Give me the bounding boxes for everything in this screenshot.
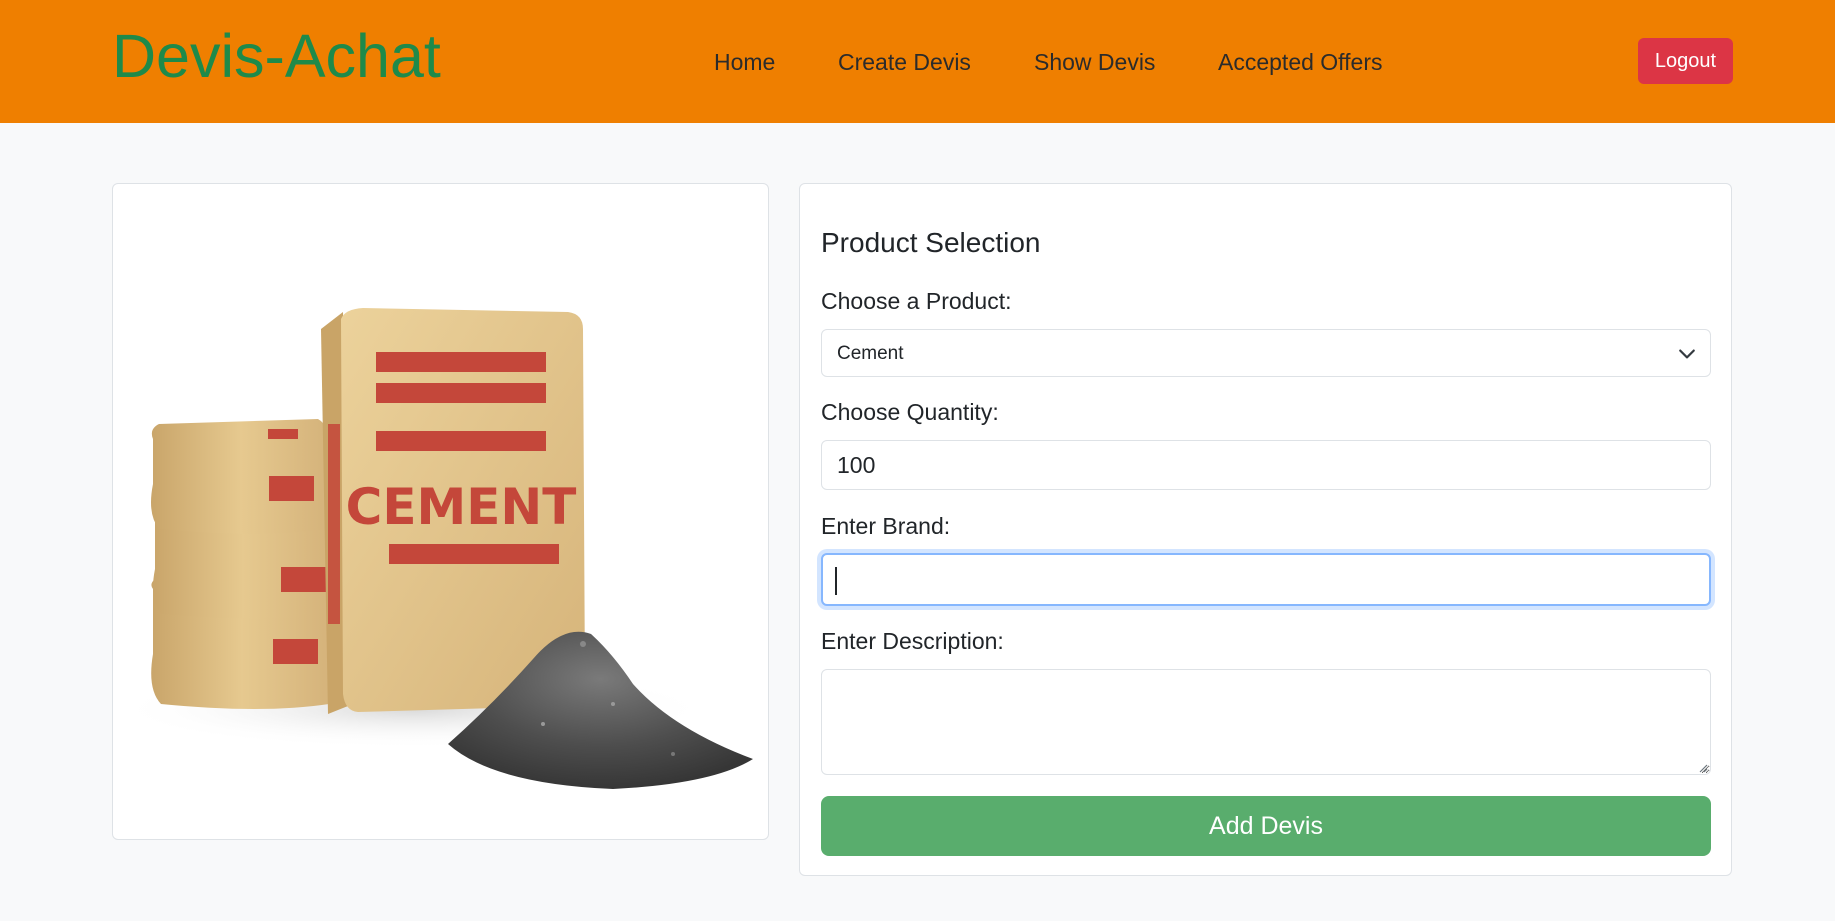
top-navbar: Devis-Achat Home Create Devis Show Devis… [0, 0, 1835, 123]
nav-accepted-offers[interactable]: Accepted Offers [1218, 48, 1383, 76]
description-label: Enter Description: [821, 628, 1004, 654]
stacked-bag-top [151, 419, 331, 534]
nav-home[interactable]: Home [714, 48, 775, 76]
quantity-label: Choose Quantity: [821, 399, 999, 425]
product-label: Choose a Product: [821, 288, 1012, 314]
brand-input[interactable] [821, 553, 1711, 606]
text-caret [835, 567, 837, 595]
logout-button[interactable]: Logout [1638, 38, 1733, 84]
product-form-card: Product Selection Choose a Product: Ceme… [799, 183, 1732, 876]
form-title: Product Selection [821, 227, 1041, 258]
nav-create-devis[interactable]: Create Devis [838, 48, 971, 76]
chevron-down-icon [1679, 349, 1695, 359]
product-select-value: Cement [837, 343, 904, 364]
product-image-card: CEMENT [112, 183, 769, 840]
product-photo: CEMENT [113, 308, 753, 789]
description-textarea[interactable] [821, 669, 1711, 775]
brand-label: Enter Brand: [821, 513, 951, 539]
resize-grip-icon[interactable] [1698, 763, 1708, 773]
brand-logo[interactable]: Devis-Achat [112, 22, 441, 90]
quantity-input[interactable] [821, 440, 1711, 490]
nav-show-devis[interactable]: Show Devis [1034, 48, 1155, 76]
product-select[interactable]: Cement [821, 329, 1711, 377]
bag-label: CEMENT [346, 478, 577, 536]
add-devis-button[interactable]: Add Devis [821, 796, 1711, 856]
